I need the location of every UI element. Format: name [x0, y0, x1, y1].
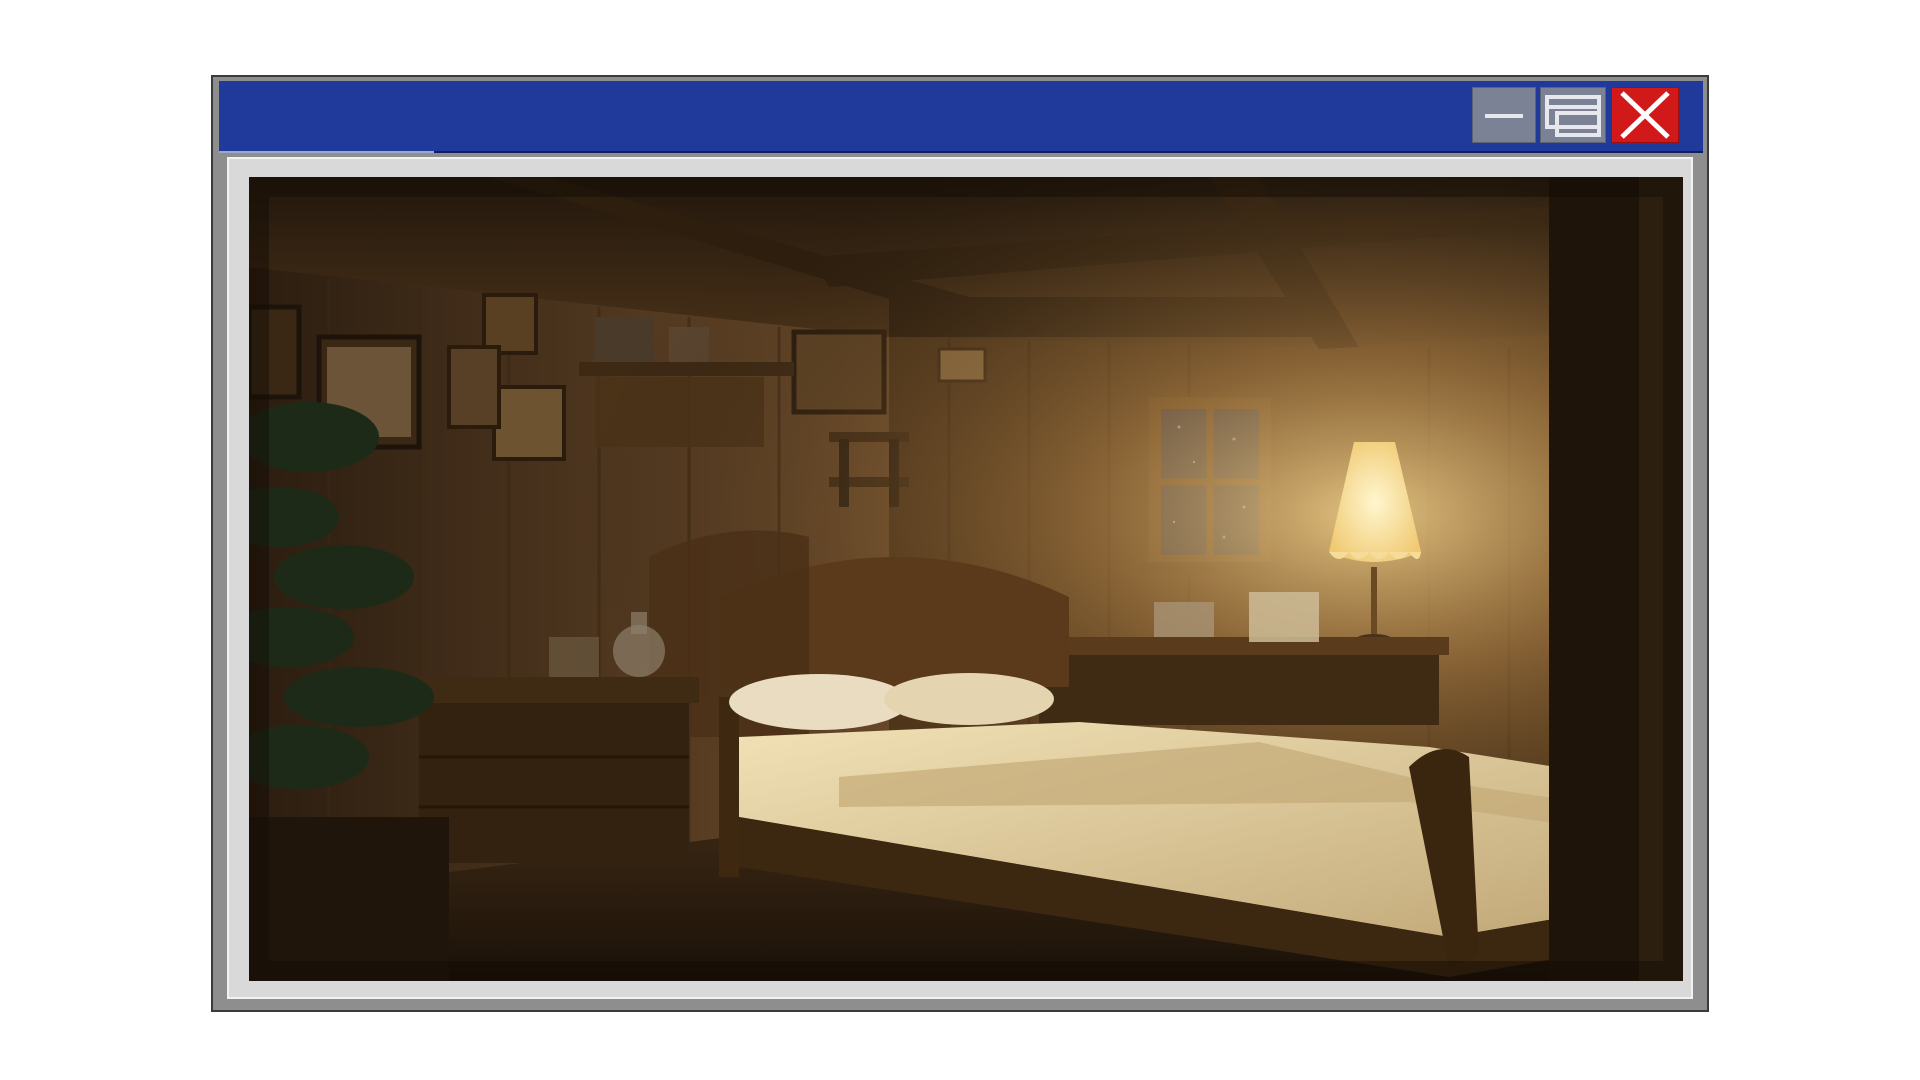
image-viewport: [249, 177, 1683, 981]
restore-icon: [1545, 95, 1601, 137]
close-button[interactable]: [1611, 87, 1679, 143]
maximize-button[interactable]: [1540, 87, 1606, 143]
content-frame: [227, 157, 1693, 999]
minimize-icon: [1485, 114, 1523, 118]
close-icon: [1620, 91, 1670, 139]
bedroom-illustration: [249, 177, 1683, 981]
title-bar-accent-line: [219, 151, 434, 153]
title-bar[interactable]: [219, 81, 1703, 153]
app-window: [211, 75, 1709, 1012]
minimize-button[interactable]: [1472, 87, 1536, 143]
curtain: [1549, 177, 1639, 981]
